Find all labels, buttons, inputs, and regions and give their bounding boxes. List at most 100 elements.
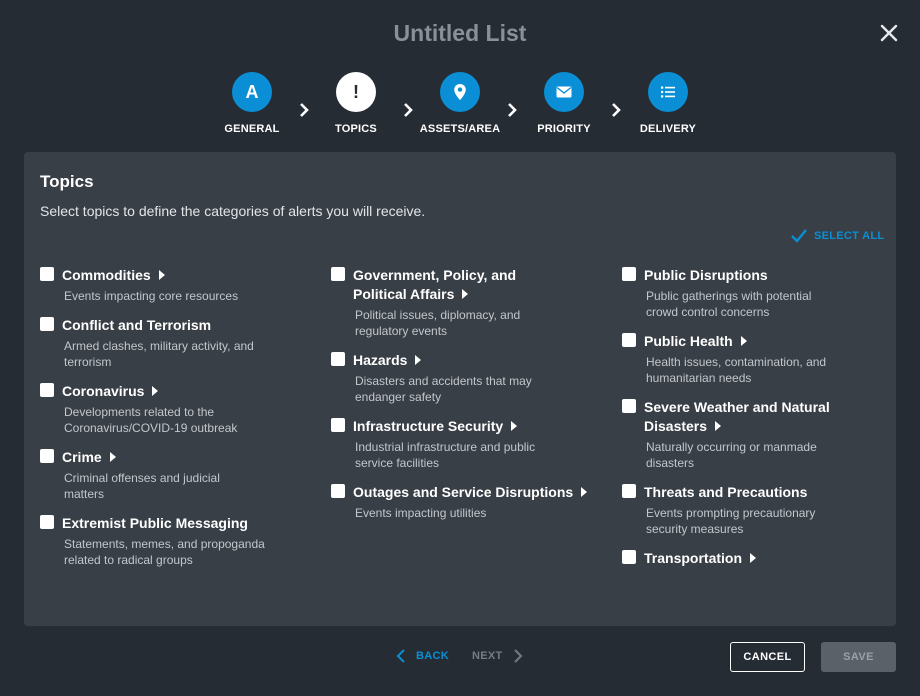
topic-description: Industrial infrastructure and public ser… <box>355 440 536 470</box>
map-pin-icon <box>454 84 466 100</box>
infrastructure-security-checkbox[interactable] <box>331 418 345 432</box>
step-assets-area-circle <box>440 72 480 112</box>
topics-column-1: Commodities Events impacting core resour… <box>40 266 310 568</box>
step-priority[interactable]: PRIORITY <box>509 72 619 135</box>
topic-public-health: Public Health Health issues, contaminati… <box>622 332 892 386</box>
public-disruptions-checkbox[interactable] <box>622 267 636 281</box>
step-assets-area[interactable]: ASSETS/AREA <box>405 72 515 135</box>
topic-name: Crime <box>62 449 102 465</box>
close-icon[interactable] <box>878 22 900 44</box>
save-button: SAVE <box>821 642 896 672</box>
topics-column-3: Public Disruptions Public gatherings wit… <box>622 266 892 568</box>
step-topics-label: TOPICS <box>335 123 377 135</box>
step-priority-label: PRIORITY <box>537 123 591 135</box>
topic-severe-weather: Severe Weather and Natural Disasters Nat… <box>622 398 892 471</box>
expand-arrow-icon[interactable] <box>740 336 747 346</box>
topic-description: Political issues, diplomacy, and regulat… <box>355 308 521 338</box>
coronavirus-checkbox[interactable] <box>40 383 54 397</box>
topic-infrastructure-security: Infrastructure Security Industrial infra… <box>331 417 601 471</box>
topics-panel: Topics Select topics to define the categ… <box>24 152 896 626</box>
topic-coronavirus: Coronavirus Developments related to the … <box>40 382 310 436</box>
topic-name: Severe Weather and Natural Disasters <box>644 399 830 434</box>
threats-and-precautions-checkbox[interactable] <box>622 484 636 498</box>
expand-arrow-icon[interactable] <box>415 355 422 365</box>
extremist-public-messaging-checkbox[interactable] <box>40 515 54 529</box>
chevron-left-icon <box>396 649 405 663</box>
step-general[interactable]: A GENERAL <box>197 72 307 135</box>
outages-checkbox[interactable] <box>331 484 345 498</box>
topic-extremist-public-messaging: Extremist Public Messaging Statements, m… <box>40 514 310 568</box>
topic-crime: Crime Criminal offenses and judicial mat… <box>40 448 310 502</box>
topic-description: Armed clashes, military activity, and te… <box>64 339 254 369</box>
topic-description: Naturally occurring or manmade disasters <box>646 440 817 470</box>
select-all-button[interactable]: SELECT ALL <box>790 228 884 244</box>
topic-hazards: Hazards Disasters and accidents that may… <box>331 351 601 405</box>
conflict-and-terrorism-checkbox[interactable] <box>40 317 54 331</box>
topic-name: Transportation <box>644 550 743 566</box>
step-delivery[interactable]: DELIVERY <box>613 72 723 135</box>
commodities-checkbox[interactable] <box>40 267 54 281</box>
expand-arrow-icon[interactable] <box>158 270 165 280</box>
crime-checkbox[interactable] <box>40 449 54 463</box>
topic-name: Public Health <box>644 333 733 349</box>
dialog-title: Untitled List <box>393 20 527 46</box>
back-button[interactable]: BACK <box>396 649 449 663</box>
expand-arrow-icon[interactable] <box>581 487 588 497</box>
step-general-circle: A <box>232 72 272 112</box>
letter-a-icon: A <box>245 81 259 102</box>
topic-conflict-and-terrorism: Conflict and Terrorism Armed clashes, mi… <box>40 316 310 370</box>
checkmark-icon <box>791 229 807 243</box>
next-label: NEXT <box>472 650 503 662</box>
expand-arrow-icon[interactable] <box>152 386 159 396</box>
step-delivery-circle <box>648 72 688 112</box>
topic-description: Events prompting precautionary security … <box>646 506 816 536</box>
select-all-label: SELECT ALL <box>814 230 885 242</box>
expand-arrow-icon[interactable] <box>715 421 722 431</box>
topic-name: Conflict and Terrorism <box>62 317 212 333</box>
topic-description: Statements, memes, and propoganda relate… <box>64 537 265 567</box>
panel-subtitle: Select topics to define the categories o… <box>40 203 426 219</box>
step-general-label: GENERAL <box>224 123 280 135</box>
topic-description: Criminal offenses and judicial matters <box>64 471 220 501</box>
step-topics[interactable]: ! TOPICS <box>301 72 411 135</box>
topic-commodities: Commodities Events impacting core resour… <box>40 266 310 304</box>
transportation-checkbox[interactable] <box>622 550 636 564</box>
topic-description: Events impacting utilities <box>355 506 487 520</box>
topic-description: Developments related to the Coronavirus/… <box>64 405 238 435</box>
expand-arrow-icon[interactable] <box>511 421 518 431</box>
topic-name: Commodities <box>62 267 151 283</box>
public-health-checkbox[interactable] <box>622 333 636 347</box>
topic-name: Outages and Service Disruptions <box>353 484 574 500</box>
hazards-checkbox[interactable] <box>331 352 345 366</box>
government-policy-checkbox[interactable] <box>331 267 345 281</box>
list-icon <box>661 86 675 98</box>
topic-description: Public gatherings with potential crowd c… <box>646 289 812 319</box>
topic-government-policy: Government, Policy, and Political Affair… <box>331 266 601 339</box>
topic-transportation: Transportation <box>622 549 892 568</box>
expand-arrow-icon[interactable] <box>109 452 116 462</box>
step-topics-circle: ! <box>336 72 376 112</box>
topic-description: Disasters and accidents that may endange… <box>355 374 532 404</box>
topic-description: Health issues, contamination, and humani… <box>646 355 827 385</box>
topic-name: Public Disruptions <box>644 267 768 283</box>
topic-public-disruptions: Public Disruptions Public gatherings wit… <box>622 266 892 320</box>
expand-arrow-icon[interactable] <box>750 553 757 563</box>
topics-column-2: Government, Policy, and Political Affair… <box>331 266 601 521</box>
exclamation-icon: ! <box>353 81 359 102</box>
topic-description: Events impacting core resources <box>64 289 239 303</box>
step-priority-circle <box>544 72 584 112</box>
chevron-right-icon <box>513 649 522 663</box>
topic-name: Government, Policy, and Political Affair… <box>353 267 517 302</box>
topic-outages-and-service-disruptions: Outages and Service Disruptions Events i… <box>331 483 601 521</box>
topic-name: Extremist Public Messaging <box>62 515 248 531</box>
cancel-button[interactable]: CANCEL <box>730 642 805 672</box>
panel-title: Topics <box>40 172 94 191</box>
topic-name: Coronavirus <box>62 383 145 399</box>
back-label: BACK <box>416 650 449 662</box>
next-button: NEXT <box>472 649 523 663</box>
topic-name: Threats and Precautions <box>644 484 808 500</box>
severe-weather-checkbox[interactable] <box>622 399 636 413</box>
expand-arrow-icon[interactable] <box>462 289 469 299</box>
topic-name: Hazards <box>353 352 408 368</box>
topic-name: Infrastructure Security <box>353 418 504 434</box>
